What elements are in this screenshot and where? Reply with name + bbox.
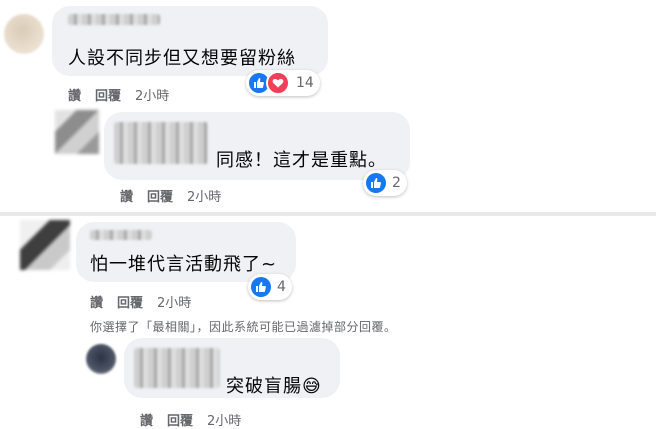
reply-text: 同感！這才是重點。	[216, 150, 387, 171]
reaction-summary[interactable]: 4	[248, 274, 292, 300]
like-link[interactable]: 讚	[90, 292, 103, 311]
like-icon	[366, 173, 386, 193]
filter-notice: 你選擇了「最相關」，因此系統可能已過濾掉部分回覆。	[90, 320, 397, 334]
reaction-count: 2	[392, 175, 401, 191]
comment-text: 人設不同步但又想要留粉絲	[68, 48, 296, 69]
replier-avatar[interactable]	[86, 344, 116, 374]
screenshot-divider	[0, 212, 656, 216]
commenter-name[interactable]	[68, 14, 160, 25]
replier-avatar[interactable]	[55, 110, 99, 154]
comment-actions: 讚 回覆 2小時	[68, 85, 169, 104]
replier-name[interactable]	[114, 122, 208, 164]
reaction-count: 4	[277, 279, 286, 295]
reply-text: 突破盲腸😅	[226, 376, 322, 397]
reply-actions: 讚 回覆 2小時	[120, 186, 221, 205]
timestamp[interactable]: 2小時	[187, 186, 221, 205]
commenter-avatar[interactable]	[4, 14, 44, 54]
timestamp[interactable]: 2小時	[135, 85, 169, 104]
timestamp[interactable]: 2小時	[207, 410, 241, 429]
comment-text: 怕一堆代言活動飛了~	[90, 254, 278, 275]
like-icon	[251, 277, 271, 297]
reply-link[interactable]: 回覆	[117, 292, 143, 311]
sweat-smile-emoji: 😅	[302, 376, 322, 397]
comment-actions: 讚 回覆 2小時	[90, 292, 191, 311]
reaction-summary[interactable]: 14	[246, 70, 320, 96]
like-link[interactable]: 讚	[140, 410, 153, 429]
like-link[interactable]: 讚	[120, 186, 133, 205]
commenter-name[interactable]	[90, 230, 152, 240]
commenter-avatar[interactable]	[20, 220, 70, 270]
reply-actions: 讚 回覆 2小時	[140, 410, 241, 429]
reply-link[interactable]: 回覆	[167, 410, 193, 429]
reply-link[interactable]: 回覆	[95, 85, 121, 104]
reply-link[interactable]: 回覆	[147, 186, 173, 205]
reaction-count: 14	[296, 75, 314, 91]
like-link[interactable]: 讚	[68, 85, 81, 104]
love-icon	[266, 71, 290, 95]
reaction-summary[interactable]: 2	[363, 170, 407, 196]
replier-name[interactable]	[134, 348, 220, 388]
timestamp[interactable]: 2小時	[157, 292, 191, 311]
